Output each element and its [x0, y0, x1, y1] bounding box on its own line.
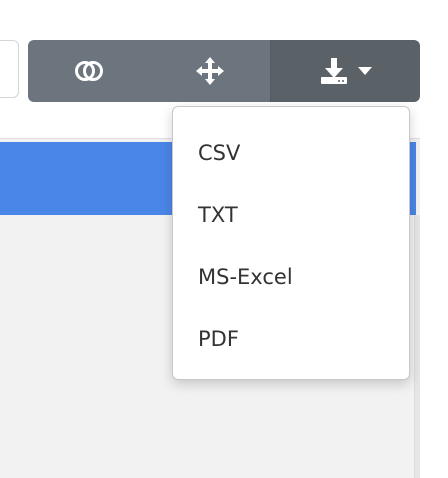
- export-pdf-item[interactable]: PDF: [173, 308, 409, 370]
- app-viewport: CSV TXT MS-Excel PDF: [0, 0, 448, 478]
- table-scrollbar[interactable]: [414, 215, 420, 478]
- search-input[interactable]: [0, 40, 19, 98]
- toggle-icon: [74, 60, 104, 82]
- chevron-down-icon: [357, 67, 372, 75]
- move-button[interactable]: [150, 40, 270, 102]
- export-dropdown-menu: CSV TXT MS-Excel PDF: [172, 106, 410, 380]
- move-arrows-icon: [196, 57, 224, 85]
- export-txt-item[interactable]: TXT: [173, 184, 409, 246]
- toolbar-button-group: [28, 40, 420, 102]
- export-button-content: [320, 57, 372, 85]
- export-csv-item[interactable]: CSV: [173, 122, 409, 184]
- toggle-columns-button[interactable]: [28, 40, 150, 102]
- download-icon: [320, 57, 348, 85]
- export-excel-item[interactable]: MS-Excel: [173, 246, 409, 308]
- export-dropdown-button[interactable]: [270, 40, 420, 102]
